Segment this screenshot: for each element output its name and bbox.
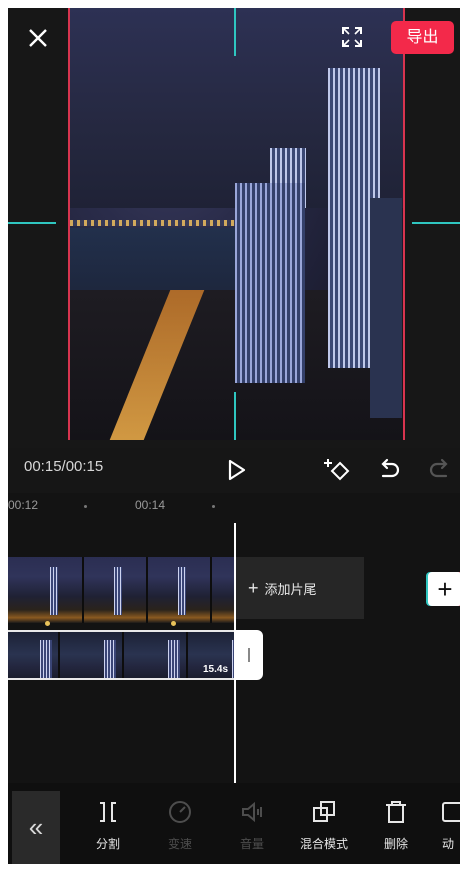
keyframe-marker[interactable] xyxy=(171,621,176,626)
keyframe-marker[interactable] xyxy=(45,621,50,626)
speed-icon xyxy=(169,801,191,823)
tool-label: 音量 xyxy=(239,837,264,851)
video-frame[interactable] xyxy=(68,8,405,440)
alignment-guide-right xyxy=(412,222,460,224)
building xyxy=(370,198,402,418)
close-icon[interactable] xyxy=(26,26,50,50)
fullscreen-icon[interactable] xyxy=(341,26,363,48)
clip-thumbnail xyxy=(8,632,60,678)
add-ending-button[interactable]: + 添加片尾 xyxy=(236,557,364,619)
playback-controls: 00:15/00:15 xyxy=(8,448,460,493)
alignment-guide-bottom xyxy=(234,392,236,440)
ruler-label: 00:12 xyxy=(8,498,39,512)
redo-icon[interactable] xyxy=(426,456,454,484)
collapse-icon[interactable]: « xyxy=(12,791,60,864)
tool-label: 删除 xyxy=(383,837,408,851)
time-ruler: 00:12 00:14 xyxy=(8,493,460,521)
ruler-label: 00:14 xyxy=(135,498,166,512)
alignment-guide-top xyxy=(234,8,236,56)
add-ending-label: 添加片尾 xyxy=(264,582,317,597)
export-button[interactable]: 导出 xyxy=(391,21,454,54)
bottom-toolbar: « 分割 变速 音量 混合模式 删除 动 xyxy=(8,783,460,864)
tool-delete[interactable]: 删除 xyxy=(366,799,426,852)
delete-icon xyxy=(386,801,406,823)
clip-duration: 15.4s xyxy=(203,664,229,675)
main-video-track[interactable] xyxy=(8,557,234,623)
overlay-video-track[interactable] xyxy=(8,630,236,680)
tool-blend-mode[interactable]: 混合模式 xyxy=(294,799,354,852)
play-icon[interactable] xyxy=(222,456,250,484)
clip-trim-handle[interactable] xyxy=(236,630,263,680)
tool-label: 动 xyxy=(442,837,455,851)
tool-animation[interactable]: 动 xyxy=(432,799,460,852)
clip-thumbnail xyxy=(148,557,212,623)
ruler-tick xyxy=(212,505,215,508)
tool-split[interactable]: 分割 xyxy=(78,799,138,852)
clip-thumbnail xyxy=(124,632,188,678)
clip-thumbnail xyxy=(20,557,84,623)
plus-icon: + xyxy=(248,578,259,598)
tool-volume[interactable]: 音量 xyxy=(222,799,282,852)
editor-screen: 导出 00:15/00:15 00:12 00:14 + 添加片尾 + 15.4… xyxy=(8,8,460,864)
animation-icon xyxy=(442,802,460,822)
tool-speed[interactable]: 变速 xyxy=(150,799,210,852)
undo-icon[interactable] xyxy=(375,456,403,484)
tool-label: 混合模式 xyxy=(299,837,348,851)
keyframe-add-icon[interactable] xyxy=(323,456,351,484)
clip-thumbnail xyxy=(84,557,148,623)
building xyxy=(235,183,305,383)
clip-thumbnail xyxy=(212,557,234,623)
blend-mode-icon xyxy=(313,801,335,822)
clip-thumbnail xyxy=(60,632,124,678)
timecode: 00:15/00:15 xyxy=(24,458,104,475)
video-preview[interactable]: 导出 xyxy=(8,8,460,448)
tool-label: 分割 xyxy=(95,837,120,851)
playhead[interactable] xyxy=(234,523,236,783)
volume-icon xyxy=(242,801,262,823)
split-icon xyxy=(100,802,116,822)
shore-lights xyxy=(70,220,240,226)
alignment-guide-left xyxy=(8,222,56,224)
add-clip-plus-icon[interactable]: + xyxy=(428,572,460,606)
ruler-tick xyxy=(84,505,87,508)
timeline[interactable]: 00:12 00:14 + 添加片尾 + 15.4s xyxy=(8,493,460,783)
tool-label: 变速 xyxy=(167,837,192,851)
